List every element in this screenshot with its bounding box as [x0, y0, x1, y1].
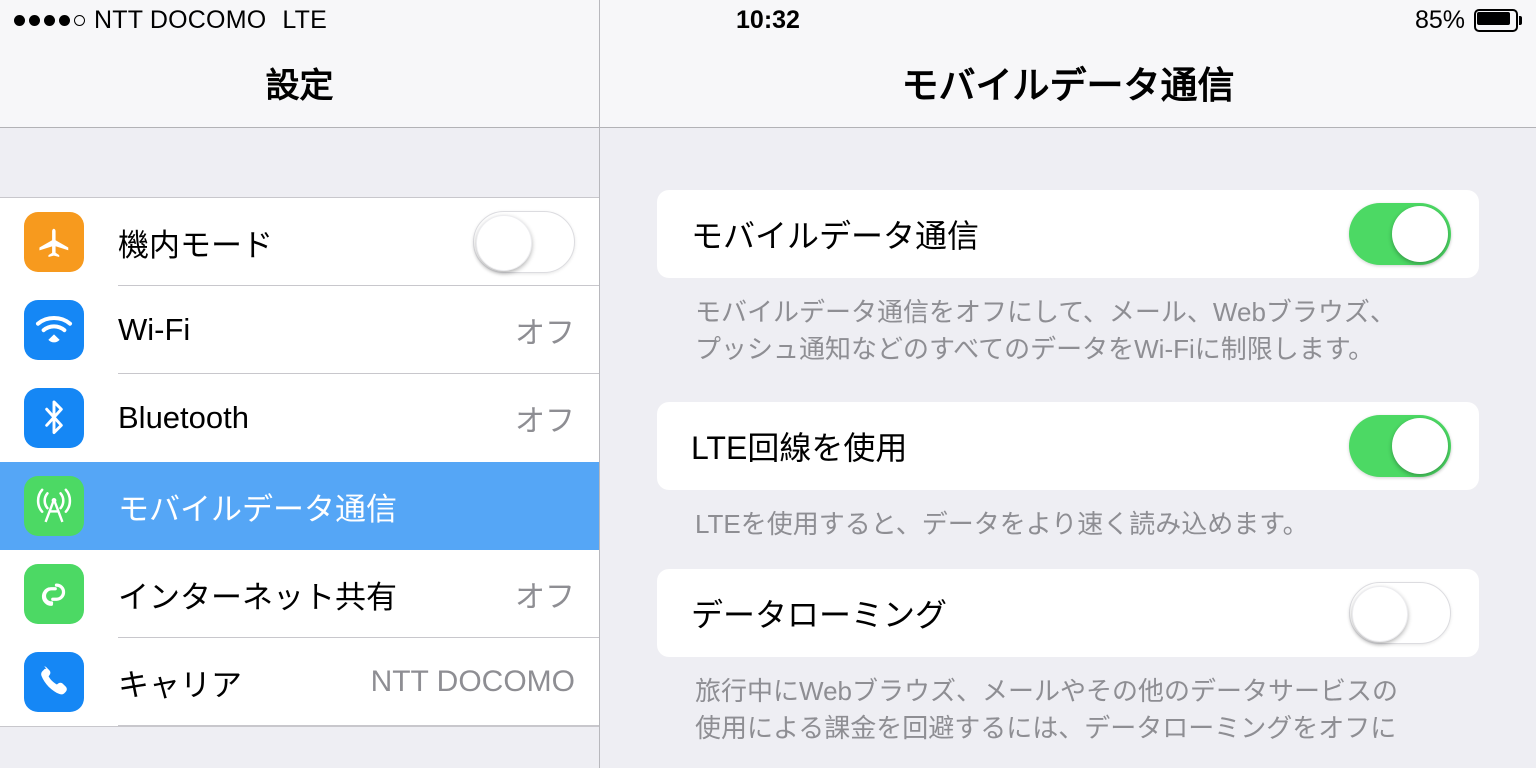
- footer-line: プッシュ通知などのすべてのデータをWi-Fiに制限します。: [695, 333, 1375, 364]
- sidebar-title: 設定: [265, 67, 334, 105]
- ios-settings-split-view: NTT DOCOMO LTE 10:32 85% 設定 機内モード Wi-Fi …: [0, 0, 1536, 768]
- airplane-icon: [24, 212, 84, 272]
- detail-body: モバイルデータ通信 モバイルデータ通信をオフにして、メール、Webブラウズ、 プ…: [600, 128, 1536, 747]
- sidebar-bottom-gap: [0, 726, 599, 768]
- data-roaming-footer: 旅行中にWebブラウズ、メールやその他のデータサービスの 使用による課金を回避す…: [657, 657, 1479, 747]
- row-separator: [118, 725, 599, 726]
- sidebar-item-list: 機内モード Wi-Fi オフ Bluetooth オフ モバイルデータ通信 イン…: [0, 198, 599, 726]
- enable-lte-footer: LTEを使用すると、データをより速く読み込めます。: [657, 490, 1479, 543]
- cellular-data-label: モバイルデータ通信: [691, 218, 980, 254]
- sidebar-item-label: 機内モード: [118, 227, 273, 263]
- data-roaming-label: データローミング: [691, 596, 948, 633]
- sidebar-top-gap: [0, 128, 599, 198]
- sidebar-item-label: モバイルデータ通信: [118, 491, 397, 527]
- sidebar-item-wifi[interactable]: Wi-Fi オフ: [0, 286, 599, 374]
- wifi-status-value: オフ: [515, 317, 575, 350]
- phone-icon: [24, 652, 84, 712]
- sidebar-item-cellular[interactable]: モバイルデータ通信: [0, 462, 599, 550]
- data-roaming-row[interactable]: データローミング: [657, 568, 1479, 657]
- sidebar-item-airplane-mode[interactable]: 機内モード: [0, 198, 599, 286]
- airplane-mode-toggle[interactable]: [473, 211, 575, 273]
- enable-lte-label: LTE回線を使用: [691, 429, 908, 466]
- carrier-value: NTT DOCOMO: [370, 665, 575, 698]
- settings-sidebar: 設定 機内モード Wi-Fi オフ Bluetooth オフ モバイルデータ通信…: [0, 0, 600, 768]
- footer-line: 旅行中にWebブラウズ、メールやその他のデータサービスの: [695, 675, 1398, 706]
- sidebar-item-label: Bluetooth: [118, 400, 249, 435]
- detail-header: モバイルデータ通信: [600, 0, 1536, 128]
- hotspot-status-value: オフ: [515, 581, 575, 614]
- wifi-icon: [24, 300, 84, 360]
- sidebar-item-personal-hotspot[interactable]: インターネット共有 オフ: [0, 550, 599, 638]
- enable-lte-toggle[interactable]: [1349, 414, 1451, 477]
- sidebar-header: 設定: [0, 0, 599, 128]
- sidebar-item-label: キャリア: [118, 667, 242, 703]
- sidebar-item-carrier[interactable]: キャリア NTT DOCOMO: [0, 638, 599, 726]
- sidebar-item-label: Wi-Fi: [118, 312, 191, 347]
- cellular-data-footer: モバイルデータ通信をオフにして、メール、Webブラウズ、 プッシュ通知などのすべ…: [657, 278, 1479, 368]
- sidebar-item-bluetooth[interactable]: Bluetooth オフ: [0, 374, 599, 462]
- cellular-detail-panel: モバイルデータ通信 モバイルデータ通信 モバイルデータ通信をオフにして、メール、…: [600, 0, 1536, 768]
- hotspot-link-icon: [24, 564, 84, 624]
- enable-lte-row[interactable]: LTE回線を使用: [657, 401, 1479, 490]
- footer-line: 使用による課金を回避するには、データローミングをオフに: [695, 712, 1397, 743]
- cellular-tower-icon: [24, 476, 84, 536]
- cellular-data-row[interactable]: モバイルデータ通信: [657, 190, 1479, 278]
- sidebar-item-label: インターネット共有: [118, 579, 397, 615]
- footer-line: LTEを使用すると、データをより速く読み込めます。: [695, 508, 1309, 539]
- page-title: モバイルデータ通信: [901, 65, 1235, 106]
- bluetooth-icon: [24, 388, 84, 448]
- data-roaming-toggle[interactable]: [1349, 581, 1451, 644]
- bluetooth-status-value: オフ: [515, 405, 575, 438]
- footer-line: モバイルデータ通信をオフにして、メール、Webブラウズ、: [695, 297, 1396, 327]
- cellular-data-toggle[interactable]: [1349, 203, 1451, 265]
